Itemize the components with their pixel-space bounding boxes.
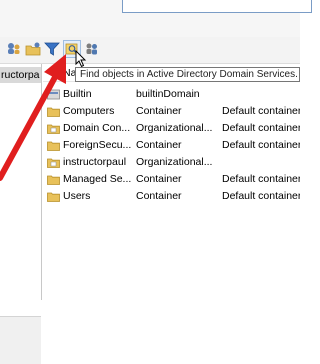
list-row[interactable]: Users Container Default container: [43, 188, 300, 205]
list-item-type: Container: [136, 190, 182, 202]
folder-icon: [47, 140, 60, 151]
builtin-icon: [47, 89, 60, 100]
list-item-type: Organizational...: [136, 156, 213, 168]
ou-folder-icon: [47, 123, 60, 134]
add-user-to-group-button[interactable]: [5, 40, 23, 58]
list-item-type: Container: [136, 105, 182, 117]
list-item-name: Users: [63, 190, 91, 202]
list-item-name: Domain Con...: [63, 122, 131, 134]
list-item-type: Container: [136, 173, 182, 185]
list-item-description: Default container: [222, 139, 300, 151]
ou-folder-icon: [47, 157, 60, 168]
list-item-description: Default container: [222, 190, 300, 202]
list-row[interactable]: ForeignSecu... Container Default contain…: [43, 137, 300, 154]
filter-icon: [44, 42, 60, 56]
list-item-name: instructorpaul: [63, 156, 127, 168]
list-item-name: Managed Se...: [63, 173, 132, 185]
list-row[interactable]: Computers Container Default container: [43, 103, 300, 120]
list-item-name: Computers: [63, 105, 115, 117]
list-item-description: Default container: [222, 105, 300, 117]
object-list: Na Builtin builtinDomain Computers Conta…: [43, 64, 300, 300]
list-item-type: Container: [136, 139, 182, 151]
list-row[interactable]: Domain Con... Organizational... Default …: [43, 120, 300, 137]
list-item-type: Organizational...: [136, 122, 213, 134]
tooltip: Find objects in Active Directory Domain …: [75, 67, 300, 82]
filter-button[interactable]: [43, 40, 61, 58]
mouse-cursor-icon: [75, 50, 87, 68]
toolbar: [0, 37, 300, 64]
list-item-type: builtinDomain: [136, 88, 200, 100]
list-item-name: ForeignSecu...: [63, 139, 132, 151]
navigation-tree: ructorpa: [0, 64, 42, 364]
window-top-strip: [0, 0, 312, 37]
new-folder-button[interactable]: [24, 40, 42, 58]
address-field[interactable]: [122, 0, 312, 13]
list-row[interactable]: instructorpaul Organizational...: [43, 154, 300, 171]
tree-bottom-area: [0, 316, 41, 364]
list-item-description: Default container: [222, 173, 300, 185]
add-user-to-group-icon: [8, 43, 20, 54]
new-folder-icon: [25, 42, 41, 56]
list-item-name: Builtin: [63, 88, 92, 100]
tree-item-selected[interactable]: ructorpa: [0, 67, 41, 83]
folder-icon: [47, 191, 60, 202]
list-item-description: Default container: [222, 122, 300, 134]
folder-icon: [47, 174, 60, 185]
list-row[interactable]: Managed Se... Container Default containe…: [43, 171, 300, 188]
list-row[interactable]: Builtin builtinDomain: [43, 86, 300, 103]
folder-icon: [47, 106, 60, 117]
